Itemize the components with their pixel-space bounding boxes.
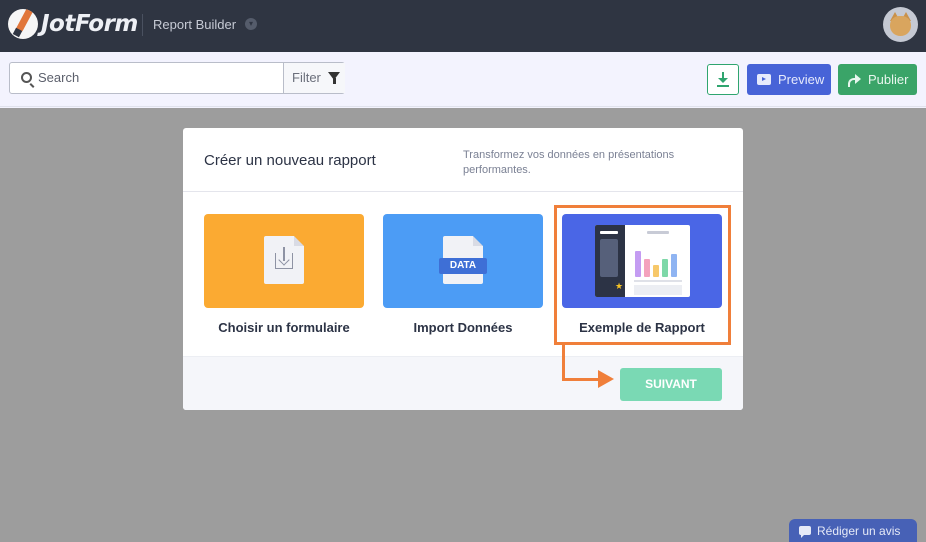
- filter-button[interactable]: Filter: [283, 63, 345, 93]
- option-import-data[interactable]: DATA: [383, 214, 543, 308]
- filter-label: Filter: [292, 70, 321, 85]
- avatar-face: [890, 16, 911, 36]
- top-bar: JotForm Report Builder ▾: [0, 0, 926, 52]
- share-arrow-icon: [848, 73, 862, 87]
- dialog-subtitle: Transformez vos données en présentations…: [463, 149, 675, 176]
- filter-funnel-icon: [328, 72, 340, 84]
- download-base: [717, 85, 729, 87]
- preview-button[interactable]: Preview: [747, 64, 831, 95]
- annotation-connector: [562, 378, 602, 381]
- preview-play-icon: [757, 74, 771, 85]
- jotform-logo-icon: [8, 9, 38, 39]
- feedback-tab[interactable]: Rédiger un avis: [789, 519, 917, 542]
- feedback-label: Rédiger un avis: [817, 524, 901, 538]
- publish-label: Publier: [868, 72, 909, 87]
- toolbar: Filter Preview Publier: [0, 52, 926, 107]
- annotation-connector: [562, 345, 565, 381]
- download-button[interactable]: [707, 64, 739, 95]
- chevron-down-icon[interactable]: ▾: [245, 18, 257, 30]
- jotform-logo[interactable]: JotForm: [8, 9, 138, 39]
- search-box[interactable]: Filter: [9, 62, 345, 94]
- search-input[interactable]: [38, 70, 278, 85]
- download-arrow-head: [718, 78, 728, 83]
- selection-highlight-box: [554, 205, 731, 345]
- data-file-icon: DATA: [439, 236, 487, 284]
- form-download-icon: [264, 236, 304, 284]
- app-switcher-label[interactable]: Report Builder: [153, 17, 236, 32]
- search-icon: [21, 72, 32, 83]
- publish-button[interactable]: Publier: [838, 64, 917, 95]
- logo-text: JotForm: [41, 11, 138, 37]
- option-choose-form[interactable]: [204, 214, 364, 308]
- preview-label: Preview: [778, 72, 825, 87]
- dialog-header: Créer un nouveau rapport Transformez vos…: [183, 128, 743, 192]
- next-button[interactable]: SUIVANT: [620, 368, 722, 401]
- user-avatar[interactable]: [883, 7, 918, 42]
- dialog-title: Créer un nouveau rapport: [204, 152, 376, 169]
- option-import-data-label[interactable]: Import Données: [373, 320, 553, 335]
- header-divider: [142, 14, 143, 36]
- option-choose-form-label[interactable]: Choisir un formulaire: [194, 320, 374, 335]
- chat-bubble-icon: [799, 526, 811, 538]
- data-badge: DATA: [439, 258, 487, 274]
- annotation-arrow-icon: [598, 370, 614, 388]
